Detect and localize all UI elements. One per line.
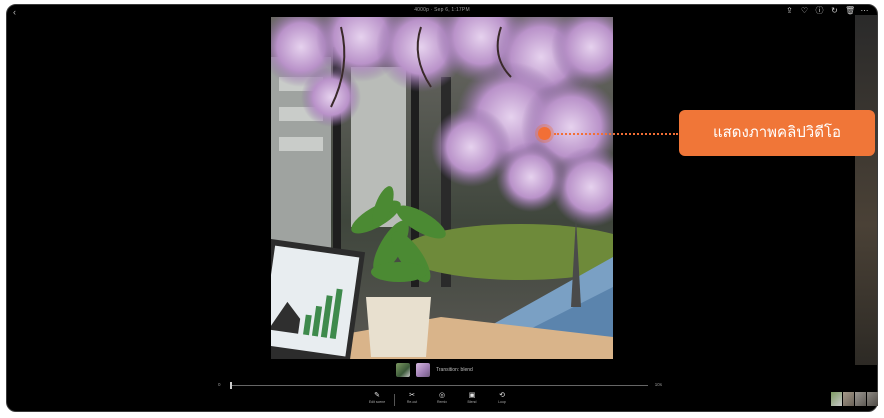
annotation-label: แสดงภาพคลิปวิดีโอ [679,110,875,156]
scissors-icon: ✂ [409,392,415,399]
clip-thumbnail[interactable] [396,363,410,377]
share-icon[interactable]: ⇪ [785,6,794,15]
mini-thumbnail[interactable] [867,392,878,406]
timeline-track[interactable] [230,385,648,386]
blend-button[interactable]: ▣ Blend [459,392,485,406]
media-title: 4000p · Sep 6, 1:17PM [414,7,470,13]
mini-thumbnail[interactable] [843,392,854,406]
annotation-connector [554,133,678,135]
pencil-icon: ✎ [374,392,380,399]
action-bar: ✎ Edit scene ✂ Re-cut ◎ Remix ▣ Blend ⟲ … [364,392,515,406]
playback-timeline[interactable]: 0 10s [218,382,662,389]
time-start: 0 [218,382,221,387]
time-end: 10s [654,382,662,387]
annotation-dot [538,127,551,140]
toolbar: ⇪ ♡ ⓘ ↻ 🗑 ⋯ [785,6,869,15]
playhead-handle[interactable] [230,382,232,389]
mini-thumbnail[interactable] [831,392,842,406]
trash-icon[interactable]: 🗑 [845,6,855,15]
rotate-icon[interactable]: ↻ [830,6,839,15]
mini-thumbnail[interactable] [855,392,866,406]
video-still-image [271,17,613,359]
video-viewer: ‹ 4000p · Sep 6, 1:17PM ⇪ ♡ ⓘ ↻ 🗑 ⋯ [6,4,878,412]
loop-icon: ⟲ [499,392,505,399]
transition-label[interactable]: Transition: blend [436,367,473,373]
loop-button[interactable]: ⟲ Loop [489,392,515,406]
remix-button[interactable]: ◎ Remix [429,392,455,406]
clip-thumbnail[interactable] [416,363,430,377]
blend-icon: ▣ [468,392,476,399]
side-preview-strip [855,15,877,365]
mini-thumbnails [831,392,878,406]
edit-scene-button[interactable]: ✎ Edit scene [364,392,390,406]
info-icon[interactable]: ⓘ [815,6,824,15]
more-icon[interactable]: ⋯ [860,6,869,15]
video-frame[interactable] [271,17,613,359]
clip-filmstrip: Transition: blend [396,363,473,377]
recut-button[interactable]: ✂ Re-cut [399,392,425,406]
remix-icon: ◎ [438,392,446,399]
heart-icon[interactable]: ♡ [800,6,809,15]
divider [394,394,395,406]
